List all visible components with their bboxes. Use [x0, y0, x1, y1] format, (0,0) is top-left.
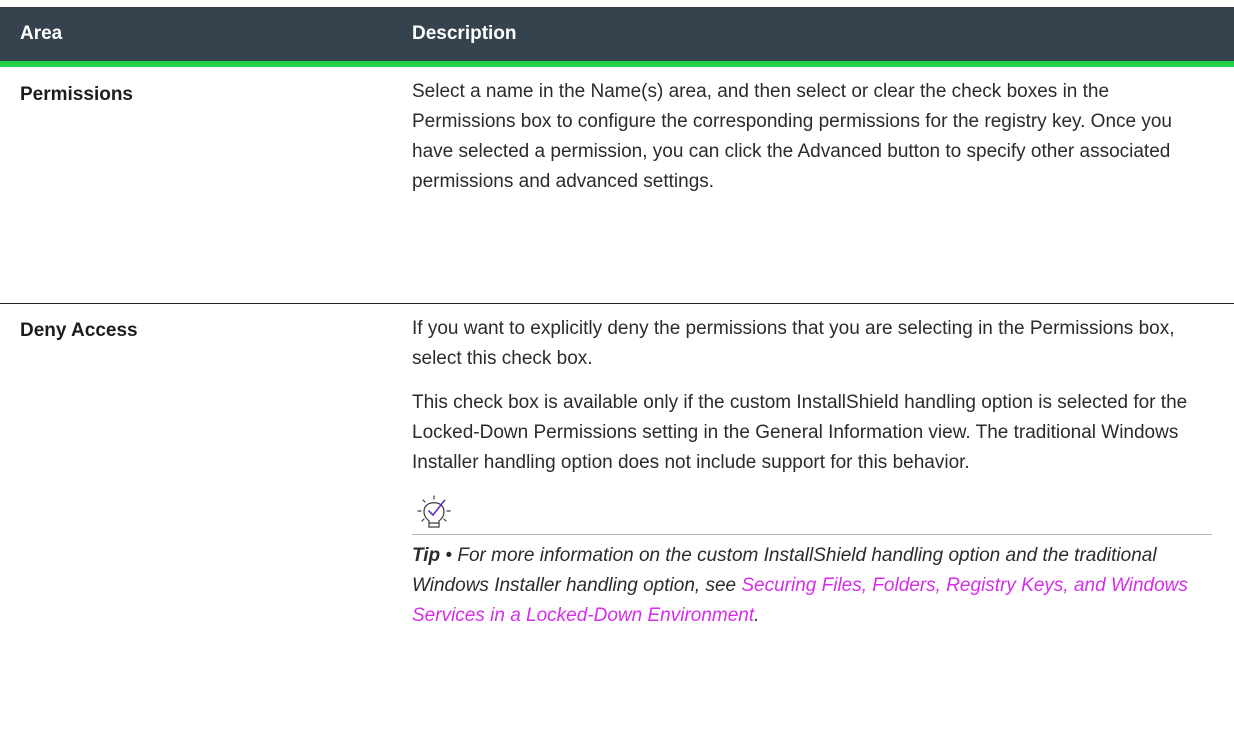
description-paragraph: This check box is available only if the … — [412, 392, 1188, 473]
tip-label: Tip — [412, 545, 441, 566]
tip-trailing: . — [754, 605, 760, 626]
column-header-area: Area — [20, 23, 63, 44]
tip-separator: • — [440, 545, 458, 566]
lightbulb-check-icon — [414, 492, 454, 532]
row-area-permissions: Permissions — [20, 84, 133, 105]
tip-divider — [412, 534, 1212, 535]
description-paragraph: Select a name in the Name(s) area, and t… — [412, 81, 1172, 192]
tip-note: Tip • For more information on the custom… — [412, 541, 1212, 631]
row-description: Select a name in the Name(s) area, and t… — [412, 77, 1212, 211]
table-header-row: Area Description — [0, 7, 1234, 67]
row-description: If you want to explicitly deny the permi… — [412, 314, 1212, 631]
column-header-description: Description — [412, 23, 517, 44]
row-area-deny-access: Deny Access — [20, 320, 138, 341]
table-row: Permissions Select a name in the Name(s)… — [0, 67, 1234, 304]
description-paragraph: If you want to explicitly deny the permi… — [412, 318, 1175, 369]
table-row: Deny Access If you want to explicitly de… — [0, 304, 1234, 746]
